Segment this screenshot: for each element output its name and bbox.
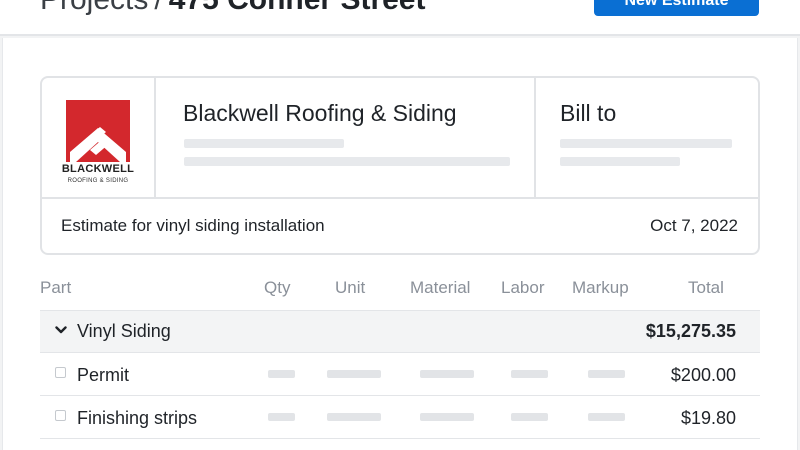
column-header-part: Part [40,278,72,297]
item-name: Finishing strips [77,408,198,428]
table-row[interactable]: Permit $200.00 [40,353,760,396]
estimate-description: Estimate for vinyl siding installation [61,216,325,235]
row-checkbox[interactable] [55,367,66,378]
item-total: $19.80 [680,408,736,428]
material-placeholder [420,413,474,421]
new-estimate-label: New Estimate [624,0,729,9]
markup-placeholder [588,413,625,421]
bill-to-line-2-placeholder [560,157,680,166]
estimate-date: Oct 7, 2022 [650,216,738,235]
new-estimate-button[interactable]: New Estimate [594,0,759,16]
breadcrumb-separator: / [148,0,168,16]
labor-placeholder [511,413,548,421]
estimate-header-card: BLACKWELL ROOFING & SIDING Blackwell Roo… [40,76,760,255]
unit-placeholder [327,370,381,378]
column-header-material: Material [410,278,471,297]
breadcrumb: Projects/475 Conner Street [40,0,425,17]
row-checkbox[interactable] [55,410,66,421]
estimate-summary-row: Estimate for vinyl siding installation O… [42,197,758,253]
item-total: $200.00 [670,365,736,385]
company-logo-cell: BLACKWELL ROOFING & SIDING [42,78,156,197]
column-header-unit: Unit [335,278,366,297]
item-name: Permit [77,365,130,385]
labor-placeholder [511,370,548,378]
chevron-down-icon[interactable] [55,325,67,335]
bill-to-cell: Bill to [538,78,758,197]
blackwell-logo-icon [66,100,130,162]
company-info-cell: Blackwell Roofing & Siding [158,78,536,197]
breadcrumb-projects-link[interactable]: Projects [40,0,148,16]
qty-placeholder [268,370,295,378]
column-header-labor: Labor [501,278,545,297]
column-header-qty: Qty [264,278,291,297]
group-row-vinyl-siding[interactable]: Vinyl Siding $15,275.35 [40,310,760,353]
group-name: Vinyl Siding [77,321,171,341]
company-contact-placeholder [184,157,510,166]
top-bar: Projects/475 Conner Street New Estimate [0,0,800,36]
table-row[interactable]: Finishing strips $19.80 [40,396,760,439]
company-address-placeholder [184,139,344,148]
bill-to-label: Bill to [560,100,617,126]
material-placeholder [420,370,474,378]
markup-placeholder [588,370,625,378]
unit-placeholder [327,413,381,421]
column-header-total: Total [688,278,724,297]
breadcrumb-current-project: 475 Conner Street [169,0,426,16]
group-total: $15,275.35 [645,321,736,341]
qty-placeholder [268,413,295,421]
bill-to-line-1-placeholder [560,139,732,148]
logo-wordmark: BLACKWELL [61,163,135,175]
company-name: Blackwell Roofing & Siding [183,100,457,126]
column-header-markup: Markup [572,278,629,297]
logo-tagline: ROOFING & SIDING [67,178,129,184]
